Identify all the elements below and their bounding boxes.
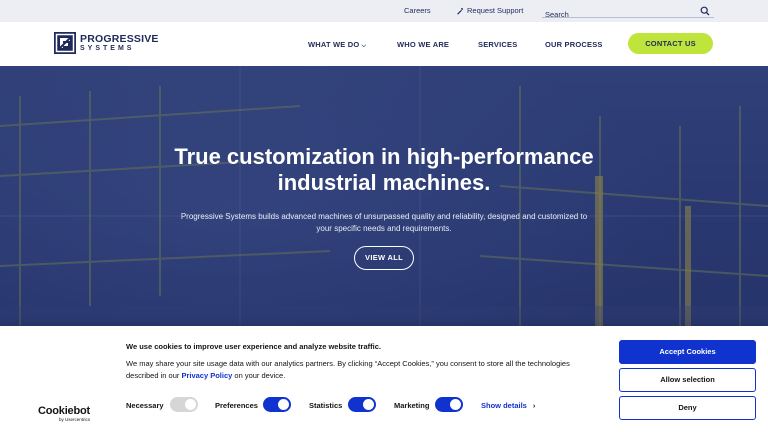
- privacy-policy-link[interactable]: Privacy Policy: [181, 371, 232, 380]
- nav-services[interactable]: SERVICES: [478, 40, 517, 49]
- nav-our-process[interactable]: OUR PROCESS: [545, 40, 603, 49]
- cookiebot-logo-main: Cookiebot: [38, 405, 90, 417]
- request-support-label: Request Support: [467, 6, 524, 15]
- accept-cookies-button[interactable]: Accept Cookies: [619, 340, 756, 364]
- toggle-knob: [278, 399, 289, 410]
- hero-title-line1: True customization in high-performance: [174, 144, 594, 169]
- logo[interactable]: PROGRESSIVE SYSTEMS: [54, 32, 159, 54]
- cookie-banner: Cookiebot by Usercentrics We use cookies…: [0, 326, 768, 432]
- main-nav: PROGRESSIVE SYSTEMS WHAT WE DO ⌵ WHO WE A…: [0, 22, 768, 66]
- chevron-down-icon: ⌵: [361, 43, 367, 49]
- hero-subtitle: Progressive Systems builds advanced mach…: [180, 212, 588, 233]
- search-input[interactable]: [542, 8, 692, 21]
- utility-bar: Careers Request Support: [0, 0, 768, 22]
- toggle-knob: [450, 399, 461, 410]
- allow-selection-button[interactable]: Allow selection: [619, 368, 756, 392]
- hero-title-line2: industrial machines.: [277, 170, 491, 195]
- deny-button[interactable]: Deny: [619, 396, 756, 420]
- nav-who-we-are[interactable]: WHO WE ARE: [397, 40, 449, 49]
- toggle-marketing[interactable]: [435, 397, 463, 412]
- cookiebot-logo-sub: by Usercentrics: [58, 417, 90, 422]
- hero-title: True customization in high-performance i…: [84, 144, 684, 196]
- toggle-statistics-label: Statistics: [309, 401, 343, 410]
- logo-text: PROGRESSIVE SYSTEMS: [80, 34, 159, 53]
- progressive-systems-logo-icon: [54, 32, 76, 54]
- request-support-link[interactable]: Request Support: [456, 6, 523, 15]
- search-icon[interactable]: [700, 6, 710, 16]
- search-box: [542, 4, 714, 21]
- chevron-right-icon: ›: [532, 401, 536, 410]
- wrench-icon: [457, 7, 464, 15]
- toggle-preferences-label: Preferences: [215, 401, 258, 410]
- nav-what-we-do[interactable]: WHAT WE DO ⌵: [308, 40, 366, 50]
- logo-line1: PROGRESSIVE: [80, 32, 159, 45]
- cookie-title: We use cookies to improve user experienc…: [126, 342, 381, 351]
- cookie-text-after: on your device.: [232, 371, 286, 380]
- careers-link[interactable]: Careers: [404, 6, 431, 15]
- cookie-description: We may share your site usage data with o…: [126, 358, 596, 382]
- view-all-button[interactable]: VIEW ALL: [354, 246, 414, 270]
- show-details-label: Show details: [481, 401, 527, 410]
- toggle-necessary: [170, 397, 198, 412]
- toggle-necessary-label: Necessary: [126, 401, 164, 410]
- logo-line2: SYSTEMS: [80, 45, 135, 53]
- contact-us-button[interactable]: CONTACT US: [628, 33, 713, 54]
- toggle-preferences[interactable]: [263, 397, 291, 412]
- cookiebot-logo: Cookiebot by Usercentrics: [38, 405, 90, 422]
- show-details-link[interactable]: Show details ›: [481, 401, 535, 410]
- toggle-knob: [363, 399, 374, 410]
- toggle-knob: [185, 399, 196, 410]
- toggle-marketing-label: Marketing: [394, 401, 430, 410]
- nav-what-we-do-label: WHAT WE DO: [308, 40, 360, 49]
- toggle-statistics[interactable]: [348, 397, 376, 412]
